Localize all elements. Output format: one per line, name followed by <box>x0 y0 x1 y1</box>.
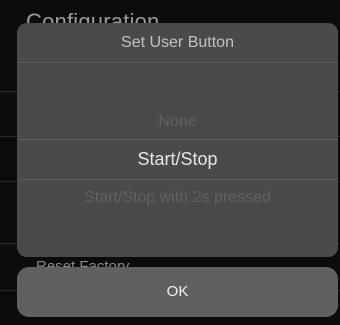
set-user-button-dialog: Set User Button None Start/Stop Start/St… <box>17 23 338 257</box>
selection-indicator-top <box>17 139 338 140</box>
screen: Configuration Reset Factory Set User But… <box>0 0 340 325</box>
ok-button[interactable]: OK <box>17 267 338 317</box>
option-picker[interactable]: None Start/Stop Start/Stop with 2s press… <box>17 63 338 257</box>
picker-option-start-stop[interactable]: Start/Stop <box>17 149 338 170</box>
picker-option-none[interactable]: None <box>17 113 338 131</box>
picker-option-start-stop-2s[interactable]: Start/Stop with 2s pressed <box>17 189 338 207</box>
selection-indicator-bottom <box>17 179 338 180</box>
dialog-title: Set User Button <box>17 23 338 63</box>
